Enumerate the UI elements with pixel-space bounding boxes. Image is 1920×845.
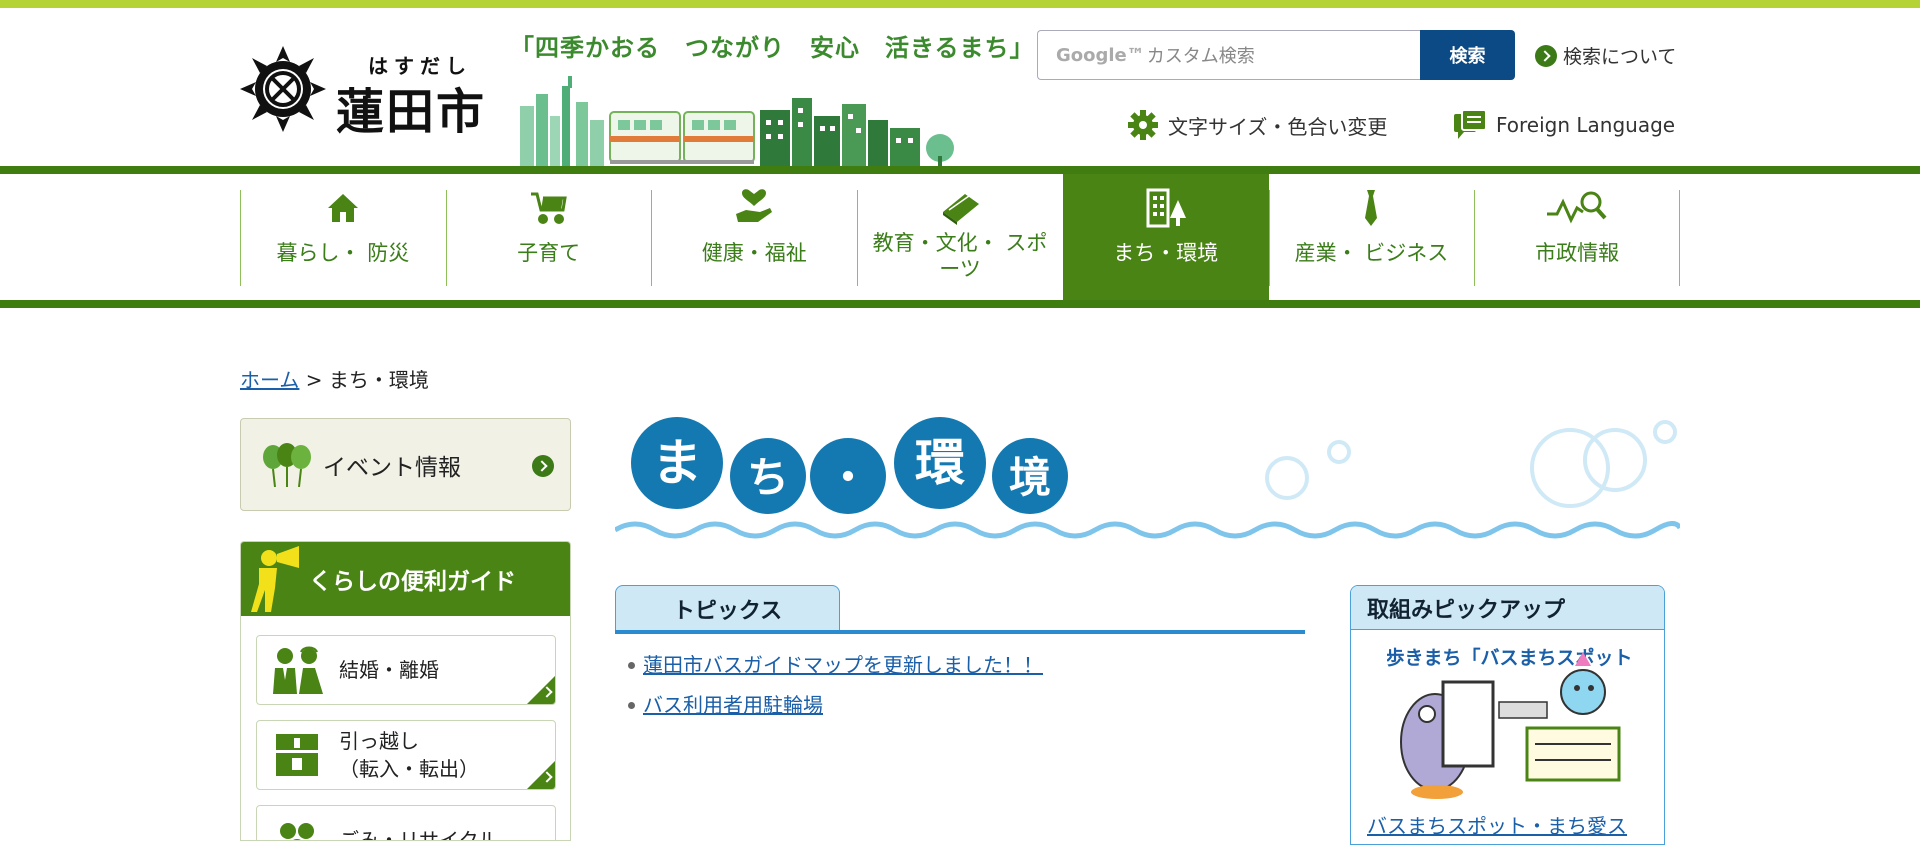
list-item: 蓮田市バスガイドマップを更新しました！！ bbox=[628, 645, 1043, 685]
nav-label: 暮らし・ 防災 bbox=[276, 241, 410, 265]
speech-bubble-icon bbox=[1454, 110, 1487, 139]
search-placeholder-brand: Google™ bbox=[1056, 44, 1145, 66]
living-guide-panel: くらしの便利ガイド 結婚・離婚 引っ越し （転入・転出） ごみ・リサイクル bbox=[240, 541, 571, 841]
nav-item-business[interactable]: 産業・ ビジネス bbox=[1268, 174, 1475, 300]
living-guide-title: くらしの便利ガイド bbox=[309, 569, 516, 595]
recycle-icon bbox=[280, 823, 314, 840]
banner-caption: 出歩きまち「バスまちスポット」 bbox=[1387, 646, 1632, 669]
search-input[interactable]: Google™ カスタム検索 bbox=[1037, 30, 1420, 80]
title-char: 環 bbox=[915, 434, 965, 492]
nav-label: 子育て bbox=[517, 241, 581, 265]
guide-item-sublabel: （転入・転出） bbox=[339, 757, 479, 781]
breadcrumb-home-link[interactable]: ホーム bbox=[240, 368, 299, 392]
building-tree-icon bbox=[1146, 188, 1186, 228]
event-info-label: イベント情報 bbox=[323, 454, 461, 481]
event-info-button[interactable]: イベント情報 bbox=[240, 418, 571, 511]
guide-item-marriage[interactable]: 結婚・離婚 bbox=[256, 635, 556, 705]
nav-label: 健康・福祉 bbox=[701, 241, 807, 265]
nav-bottom-border bbox=[0, 300, 1920, 308]
text-size-label: 文字サイズ・色合い変更 bbox=[1168, 114, 1388, 139]
tab-underline bbox=[615, 630, 1305, 634]
city-slogan: 「四季かおる つながり 安心 活きるまち」 bbox=[510, 34, 1035, 62]
guide-item-label: 結婚・離婚 bbox=[339, 658, 439, 682]
city-skyline-illustration bbox=[520, 76, 954, 168]
title-char: ち bbox=[747, 453, 789, 502]
nav-item-living[interactable]: 暮らし・ 防災 bbox=[240, 174, 446, 300]
nav-item-city-info[interactable]: 市政情報 bbox=[1474, 174, 1680, 300]
nav-top-border bbox=[0, 166, 1920, 174]
couple-icon bbox=[273, 646, 323, 694]
chart-magnifier-icon bbox=[1547, 191, 1607, 224]
balloons-icon bbox=[263, 442, 311, 487]
corner-arrow-icon bbox=[527, 676, 555, 704]
pickup-panel: 取組みピックアップ 出歩きまち「バスまちスポット」 バスまちスポット・まち愛ス bbox=[1350, 585, 1665, 845]
megaphone-person-icon bbox=[251, 546, 299, 612]
nav-item-town-environment[interactable]: まち・環境 bbox=[1062, 174, 1269, 300]
title-char: ・ bbox=[827, 453, 869, 502]
box-icon bbox=[276, 734, 318, 776]
pickup-title: 取組みピックアップ bbox=[1351, 586, 1664, 630]
nav-label: まち・環境 bbox=[1113, 241, 1219, 265]
nav-label: 教育・文化・ スポーツ bbox=[872, 231, 1048, 281]
pickup-link[interactable]: バスまちスポット・まち愛ス bbox=[1367, 810, 1627, 839]
topics-list: 蓮田市バスガイドマップを更新しました！！ バス利用者用駐輪場 bbox=[628, 645, 1043, 725]
global-nav: 暮らし・ 防災 子育て 健康・福祉 教育・文化・ スポーツ まち・環境 産業・ … bbox=[240, 174, 1680, 300]
gear-icon bbox=[1128, 110, 1158, 140]
necktie-icon bbox=[1365, 190, 1378, 226]
logo-name: 蓮田市 bbox=[336, 84, 487, 140]
top-accent-bar bbox=[0, 0, 1920, 8]
breadcrumb-separator: > bbox=[305, 368, 323, 392]
list-item: バス利用者用駐輪場 bbox=[628, 685, 1043, 725]
guide-item-label: ごみ・リサイクル bbox=[339, 828, 498, 841]
page-title: ま ち ・ 環 境 bbox=[615, 417, 1680, 539]
nav-label: 市政情報 bbox=[1535, 241, 1620, 265]
guide-item-recycle[interactable]: ごみ・リサイクル bbox=[256, 805, 556, 841]
nav-item-childcare[interactable]: 子育て bbox=[445, 174, 652, 300]
living-guide-header: くらしの便利ガイド bbox=[241, 542, 570, 616]
nav-item-health[interactable]: 健康・福祉 bbox=[651, 174, 857, 300]
title-char: 境 bbox=[1009, 453, 1051, 502]
chevron-right-icon bbox=[1535, 44, 1557, 67]
nav-label: 産業・ ビジネス bbox=[1294, 241, 1449, 265]
text-size-color-button[interactable]: 文字サイズ・色合い変更 bbox=[1128, 110, 1387, 140]
city-logo[interactable]: はすだし 蓮田市 bbox=[240, 44, 500, 140]
search-about-link[interactable]: 検索について bbox=[1535, 42, 1676, 69]
search-placeholder-text: カスタム検索 bbox=[1146, 46, 1255, 67]
heart-hand-icon bbox=[736, 189, 773, 222]
guide-item-moving[interactable]: 引っ越し （転入・転出） bbox=[256, 720, 556, 790]
chevron-right-icon bbox=[532, 455, 554, 477]
bus-spot-banner-image[interactable]: 出歩きまち「バスまちスポット」 bbox=[1387, 642, 1632, 802]
search-about-label: 検索について bbox=[1563, 46, 1677, 68]
book-icon bbox=[943, 194, 980, 225]
tab-topics[interactable]: トピックス bbox=[615, 585, 840, 631]
stroller-icon bbox=[530, 192, 567, 224]
title-char: ま bbox=[652, 434, 702, 492]
breadcrumb-current: まち・環境 bbox=[328, 368, 429, 392]
nav-item-education[interactable]: 教育・文化・ スポーツ bbox=[857, 174, 1063, 300]
topic-link[interactable]: 蓮田市バスガイドマップを更新しました！！ bbox=[643, 645, 1043, 685]
city-seal-icon bbox=[240, 46, 326, 132]
corner-arrow-icon bbox=[527, 761, 555, 789]
foreign-language-label: Foreign Language bbox=[1496, 113, 1676, 137]
house-icon bbox=[327, 194, 358, 222]
guide-item-label: 引っ越し bbox=[339, 729, 419, 753]
search-button[interactable]: 検索 bbox=[1420, 30, 1515, 80]
foreign-language-button[interactable]: Foreign Language bbox=[1452, 110, 1675, 140]
topic-link[interactable]: バス利用者用駐輪場 bbox=[643, 685, 823, 725]
breadcrumb: ホーム > まち・環境 bbox=[240, 364, 429, 393]
